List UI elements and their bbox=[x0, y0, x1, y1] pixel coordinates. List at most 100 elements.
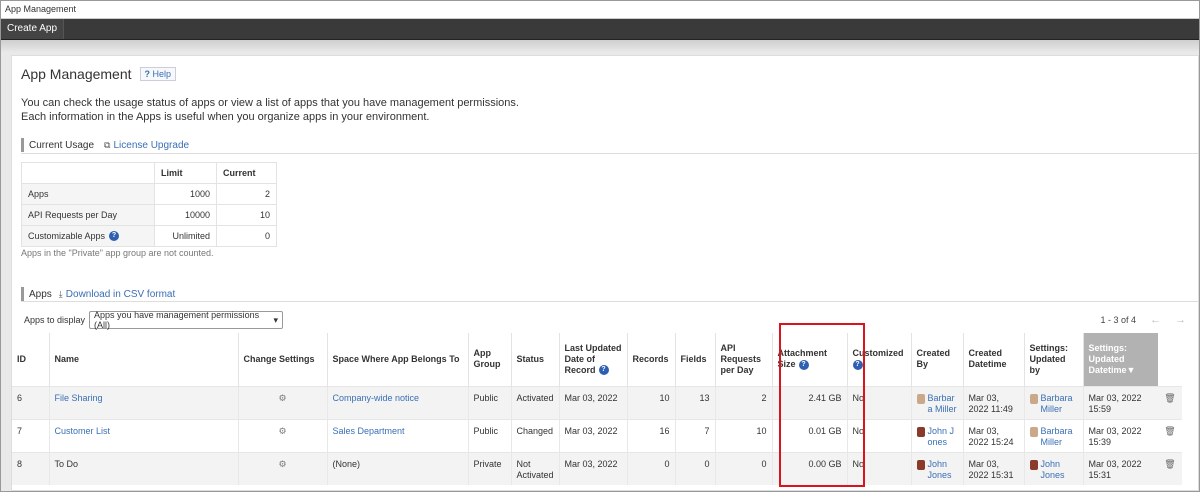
prev-page-icon[interactable]: ← bbox=[1150, 314, 1161, 326]
apps-header-row: ID Name Change Settings Space Where App … bbox=[12, 333, 1182, 386]
usage-note: Apps in the "Private" app group are not … bbox=[21, 248, 214, 258]
cell-id: 6 bbox=[12, 385, 49, 419]
gear-icon[interactable]: ⚙ bbox=[237, 418, 327, 452]
apps-section-label: Apps bbox=[29, 288, 52, 300]
col-created-by[interactable]: Created By bbox=[910, 333, 964, 386]
user-link[interactable]: John Jones bbox=[1041, 459, 1078, 481]
gear-icon[interactable]: ⚙ bbox=[237, 385, 327, 419]
trash-icon[interactable]: 🗑 bbox=[1158, 418, 1183, 452]
table-row: 6 File Sharing ⚙ Company-wide notice Pub… bbox=[12, 385, 1183, 419]
usage-current: 0 bbox=[216, 225, 277, 247]
csv-download-link[interactable]: ⤓ Download in CSV format bbox=[59, 289, 175, 300]
cell-updated-by: John Jones bbox=[1023, 451, 1084, 485]
col-api-requests[interactable]: API Requests per Day bbox=[714, 333, 773, 386]
window-icon: ⧉ bbox=[104, 139, 111, 150]
question-icon[interactable]: ? bbox=[109, 231, 120, 242]
table-row: 8 To Do ⚙ (None) Private Not Activated M… bbox=[12, 451, 1183, 485]
avatar bbox=[916, 393, 925, 404]
cell-status: Changed bbox=[510, 418, 560, 452]
col-settings-updated-datetime[interactable]: Settings: Updated Datetime▼ bbox=[1082, 333, 1159, 386]
header-strip bbox=[1, 40, 1199, 52]
col-customized-label: Customized bbox=[852, 348, 904, 359]
next-page-icon[interactable]: → bbox=[1175, 314, 1186, 326]
cell-attachment: 0.00 GB bbox=[771, 451, 848, 485]
apps-filter-select[interactable]: Apps you have management permissions (Al… bbox=[89, 310, 284, 330]
usage-row: Customizable Apps? Unlimited 0 bbox=[21, 225, 277, 247]
cell-name[interactable]: To Do bbox=[48, 451, 238, 485]
usage-table: Limit Current Apps 1000 2 API Requests p… bbox=[21, 162, 277, 247]
user-link[interactable]: Barbara Miller bbox=[1041, 393, 1078, 415]
space-link[interactable]: Company-wide notice bbox=[333, 393, 420, 403]
col-id[interactable]: ID bbox=[12, 333, 49, 386]
avatar bbox=[1029, 393, 1038, 404]
col-settings-updated-by[interactable]: Settings: Updated by bbox=[1023, 333, 1084, 386]
cell-created-datetime: Mar 03, 2022 15:31 bbox=[962, 451, 1025, 485]
license-upgrade-link[interactable]: ⧉ License Upgrade bbox=[104, 140, 189, 151]
col-created-datetime[interactable]: Created Datetime bbox=[962, 333, 1025, 386]
question-icon[interactable]: ? bbox=[852, 359, 863, 370]
col-customized[interactable]: Customized? bbox=[846, 333, 912, 386]
divider bbox=[21, 301, 1198, 302]
col-last-updated-label: Last Updated Date of Record bbox=[564, 342, 622, 375]
col-name[interactable]: Name bbox=[48, 333, 238, 386]
user-link[interactable]: John Jones bbox=[928, 459, 958, 481]
divider bbox=[21, 153, 1198, 154]
cell-fields: 13 bbox=[674, 385, 716, 419]
space-link[interactable]: Sales Department bbox=[333, 426, 405, 436]
col-records[interactable]: Records bbox=[626, 333, 676, 386]
avatar bbox=[916, 426, 925, 437]
usage-header-row: Limit Current bbox=[21, 162, 277, 184]
user-link[interactable]: Barbara Miller bbox=[1041, 426, 1078, 448]
content-area: App Management ? Help You can check the … bbox=[1, 52, 1199, 491]
col-status[interactable]: Status bbox=[510, 333, 560, 386]
cell-api: 0 bbox=[714, 451, 773, 485]
cell-fields: 7 bbox=[674, 418, 716, 452]
col-attachment-size[interactable]: Attachment Size? bbox=[771, 333, 848, 386]
user-link[interactable]: John Jones bbox=[928, 426, 958, 448]
avatar bbox=[1029, 459, 1038, 470]
cell-status: Not Activated bbox=[510, 451, 560, 485]
col-fields[interactable]: Fields bbox=[674, 333, 716, 386]
cell-records: 10 bbox=[626, 385, 676, 419]
app-name-link[interactable]: File Sharing bbox=[55, 393, 103, 403]
create-app-button[interactable]: Create App bbox=[1, 19, 65, 39]
usage-label-cell: Customizable Apps? bbox=[21, 225, 155, 247]
usage-label: Customizable Apps bbox=[28, 230, 106, 241]
cell-customized: No bbox=[846, 451, 912, 485]
pagination: 1 - 3 of 4 ← → bbox=[1100, 314, 1186, 326]
cell-created-by: Barbara Miller bbox=[910, 385, 964, 419]
filter-label: Apps to display bbox=[24, 315, 86, 325]
user-link[interactable]: Barbara Miller bbox=[928, 393, 958, 415]
help-button[interactable]: ? Help bbox=[139, 67, 177, 81]
col-app-group[interactable]: App Group bbox=[467, 333, 511, 386]
cell-app-group: Public bbox=[467, 385, 511, 419]
page-description: You can check the usage status of apps o… bbox=[21, 96, 519, 124]
usage-limit: 1000 bbox=[154, 183, 217, 205]
cell-created-datetime: Mar 03, 2022 15:24 bbox=[962, 418, 1025, 452]
apps-filter: Apps to display Apps you have management… bbox=[24, 310, 284, 330]
trash-icon[interactable]: 🗑 bbox=[1158, 385, 1183, 419]
cell-id: 7 bbox=[12, 418, 49, 452]
col-space[interactable]: Space Where App Belongs To bbox=[326, 333, 468, 386]
download-icon: ⤓ bbox=[58, 288, 63, 299]
col-last-updated[interactable]: Last Updated Date of Record? bbox=[558, 333, 628, 386]
cell-api: 2 bbox=[714, 385, 773, 419]
cell-last-updated: Mar 03, 2022 bbox=[558, 451, 628, 485]
app-name-link[interactable]: Customer List bbox=[55, 426, 111, 436]
cell-id: 8 bbox=[12, 451, 49, 485]
trash-icon[interactable]: 🗑 bbox=[1158, 451, 1183, 485]
gear-icon[interactable]: ⚙ bbox=[237, 451, 327, 485]
help-icon: ? bbox=[144, 69, 151, 79]
usage-row: Apps 1000 2 bbox=[21, 183, 277, 205]
cell-created-by: John Jones bbox=[910, 451, 964, 485]
usage-current: 2 bbox=[216, 183, 277, 205]
apps-section: Apps ⤓ Download in CSV format bbox=[21, 287, 175, 301]
topbar: Create App bbox=[1, 19, 1199, 40]
question-icon[interactable]: ? bbox=[798, 359, 809, 370]
cell-updated-by: Barbara Miller bbox=[1023, 418, 1084, 452]
page-title: App Management bbox=[21, 66, 132, 82]
description-line-1: You can check the usage status of apps o… bbox=[21, 97, 519, 109]
cell-created-by: John Jones bbox=[910, 418, 964, 452]
col-settings-updated-datetime-label: Settings: Updated Datetime bbox=[1088, 342, 1128, 375]
question-icon[interactable]: ? bbox=[598, 365, 609, 376]
